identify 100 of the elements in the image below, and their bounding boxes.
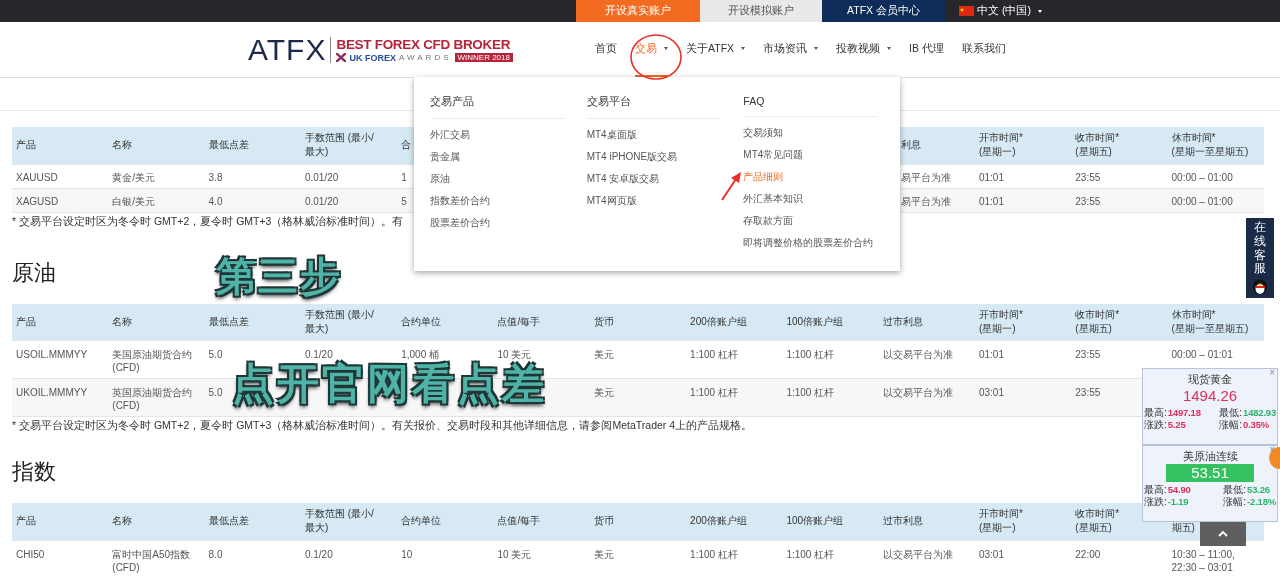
column-header: 产品 — [16, 514, 36, 529]
video-caption: 第三步 — [216, 256, 342, 296]
stat-label: 涨幅: — [1223, 496, 1247, 508]
table-cell: 美元 — [593, 349, 614, 360]
menu-item[interactable]: 指数差价合约 — [430, 190, 490, 212]
column-header: 200倍账户组 — [690, 514, 747, 529]
table-cell: 10 — [401, 548, 413, 560]
table-cell: 23:55 — [1075, 171, 1101, 183]
menu-item[interactable]: 即将调整价格的股票差价合约 — [743, 232, 874, 254]
menu-item[interactable]: MT4常见问题 — [743, 144, 804, 166]
online-service-tab[interactable]: 在线客服 — [1246, 218, 1274, 298]
table-cell: 0.1/20 — [304, 349, 333, 360]
menu-item[interactable]: 交易须知 — [743, 122, 784, 144]
table-cell: XAGUSD — [16, 195, 59, 207]
nav-item[interactable]: 市场资讯 — [763, 22, 819, 77]
column-header: 过市利息 — [882, 514, 923, 529]
column-header: 货币 — [593, 314, 614, 329]
stat-label: 最高: — [1144, 407, 1167, 419]
table-cell: 0.1/20 — [304, 548, 333, 560]
table-cell: 03:01 — [978, 387, 1004, 398]
table-cell: 23:55 — [1075, 387, 1101, 398]
menu-item[interactable]: 存取款方面 — [743, 210, 794, 232]
table-cell: 美国原油期货合约(CFD) — [112, 349, 193, 373]
award-org: UK FOREX — [349, 52, 396, 63]
back-to-top-button[interactable] — [1200, 522, 1246, 546]
table-cell: 5 — [401, 195, 407, 207]
nav-item[interactable]: 关于ATFX — [686, 22, 746, 77]
column-header: 开市时间* (星期一) — [978, 307, 1024, 336]
column-header: 货币 — [593, 514, 614, 529]
table-cell: 1:100 杠杆 — [690, 349, 738, 360]
column-header: 最低点差 — [208, 514, 249, 529]
table-cell: 10:30 – 11:00, 22:30 – 03:01 — [1171, 548, 1235, 573]
column-header: 点值/每手 — [497, 514, 541, 529]
column-header: 开市时间* (星期一) — [978, 507, 1024, 536]
cross-flag-icon — [336, 53, 347, 62]
column-header: 休市时间* (星期一至星期五) — [1171, 307, 1250, 336]
section-heading: 原油 — [12, 259, 56, 286]
table-cell: 富时中国A50指数(CFD) — [112, 548, 191, 573]
top-bar-link[interactable]: 开设模拟账户 — [700, 0, 822, 22]
column-header: 200倍账户组 — [690, 314, 747, 329]
caret-icon — [1037, 9, 1042, 13]
nav-item[interactable]: 首页 — [595, 22, 617, 77]
table-cell: XAUUSD — [16, 171, 58, 183]
table-cell: 1,000 桶 — [401, 349, 439, 360]
column-header: 100倍账户组 — [786, 314, 844, 329]
award-word: AWARDS — [398, 53, 452, 62]
table-cell: 22:00 — [1075, 548, 1101, 560]
nav-item[interactable]: IB 代理 — [909, 22, 944, 77]
menu-item[interactable]: MT4 iPHONE版交易 — [586, 146, 678, 168]
table-cell: 10 美元 — [497, 548, 532, 560]
menu-item[interactable]: 原油 — [430, 168, 450, 190]
stat-value: -1.19 — [1167, 496, 1189, 508]
menu-item[interactable]: 贵金属 — [430, 146, 460, 168]
annotation-circle — [630, 34, 682, 80]
menu-item[interactable]: 股票差价合约 — [430, 212, 490, 234]
column-header: 名称 — [112, 314, 133, 329]
column-header: 名称 — [112, 138, 133, 153]
table-cell: 以交易平台为准 — [882, 387, 953, 398]
table-cell: 01:01 — [978, 195, 1004, 207]
stat-value: 1482.93 — [1243, 407, 1276, 419]
quote-title: 美原油连续 — [1182, 450, 1238, 464]
stat-value: 1497.18 — [1167, 407, 1201, 419]
menu-heading: FAQ — [743, 91, 879, 117]
table-cell: 01:01 — [978, 171, 1004, 183]
menu-item[interactable]: MT4 安卓版交易 — [586, 168, 660, 190]
language-selector[interactable]: 中文 (中国) — [977, 4, 1031, 18]
nav-item[interactable]: 联系我们 — [961, 22, 1006, 77]
menu-item[interactable]: 外汇基本知识 — [743, 188, 804, 210]
table-cell: 0.01/20 — [304, 171, 339, 183]
column-header: 最低点差 — [208, 138, 249, 153]
table-cell: 3.8 — [208, 171, 223, 183]
column-header: 利息 — [900, 138, 921, 153]
stat-value: -2.18% — [1247, 496, 1276, 508]
logo-wordmark[interactable]: ATFX — [248, 32, 327, 67]
menu-item[interactable]: 外汇交易 — [430, 124, 470, 146]
column-header: 开市时间* (星期一) — [978, 131, 1024, 160]
table-cell: 白银/美元 — [112, 195, 156, 207]
nav-item[interactable]: 投教视频 — [836, 22, 892, 77]
table-cell: UKOIL.MMMYY — [16, 387, 88, 398]
column-header: 休市时间* (星期一至星期五) — [1171, 131, 1250, 160]
column-header: 手数范围 (最小/最大) — [304, 507, 375, 536]
menu-item[interactable]: MT4桌面版 — [586, 124, 637, 146]
table-cell: 00:00 – 01:00 — [1171, 195, 1233, 207]
top-bar-link[interactable]: ATFX 会员中心 — [822, 0, 945, 22]
annotation-arrow — [721, 172, 741, 201]
column-header: 收市时间* (星期五) — [1075, 131, 1121, 160]
stat-label: 涨跌: — [1144, 496, 1167, 508]
penguin-icon — [1251, 277, 1269, 296]
section-heading: 指数 — [12, 459, 56, 485]
quote-title: 现货黄金 — [1188, 373, 1232, 387]
stat-label: 最高: — [1144, 484, 1167, 496]
china-flag-icon — [959, 6, 974, 16]
stat-label: 涨跌: — [1144, 419, 1167, 431]
column-header: 点值/每手 — [497, 314, 541, 329]
table-cell: 00:00 – 01:01 — [1171, 349, 1233, 360]
table-cell: 5.0 — [208, 387, 223, 398]
menu-heading: 交易产品 — [430, 91, 565, 119]
table-cell: 23:55 — [1075, 349, 1101, 360]
menu-item[interactable]: MT4网页版 — [586, 190, 637, 212]
table-cell: USOIL.MMMYY — [16, 349, 88, 360]
